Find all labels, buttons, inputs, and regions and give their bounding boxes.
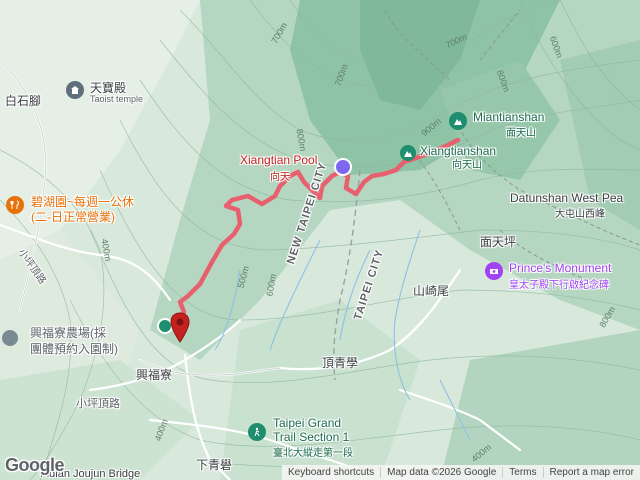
farm-xinfuliao[interactable]: 興福寮農場(採 [30,324,106,341]
google-logo: Google [5,455,65,475]
place-dingqingxue[interactable]: 頂青學 [322,354,358,371]
place-xiaqingbao[interactable]: 下青礐 [196,456,232,473]
mountain-icon[interactable] [400,145,416,161]
farm-xinfuliao-note: 團體預約入園制) [30,342,118,356]
temple-icon[interactable] [66,81,84,99]
place-miantianping[interactable]: 面天坪 [480,233,516,250]
terrain-map[interactable]: 700m 700m 700m 600m 800m 800m 900m 400m … [0,0,640,480]
map-pin-icon[interactable] [170,312,190,344]
place-icon[interactable] [2,330,18,346]
fork-knife-icon[interactable] [6,196,24,214]
peak-miantianshan[interactable]: Miantianshan [473,110,544,124]
place-princes-monument[interactable]: Prince's Monument [509,261,611,275]
report-map-error-link[interactable]: Report a map error [542,467,640,478]
pool-icon[interactable] [334,158,352,176]
terms-link[interactable]: Terms [502,467,542,478]
map-attribution-bar: Keyboard shortcuts Map data ©2026 Google… [281,465,640,480]
trail-taipei-grand-section: Trail Section 1 [273,430,350,444]
road-xiaopingding-bottom: 小坪頂路 [76,398,120,410]
mountain-icon[interactable] [449,112,467,130]
trail-taipei-grand[interactable]: Taipei Grand [273,416,341,430]
hiking-icon[interactable] [248,423,266,441]
place-baishijiao[interactable]: 白石腳 [5,92,41,109]
place-xinfuliao[interactable]: 興福寮 [136,366,172,383]
keyboard-shortcuts-link[interactable]: Keyboard shortcuts [282,467,380,478]
peak-datunshan-west-zh: 大屯山西峰 [555,209,605,220]
camera-icon[interactable] [485,262,503,280]
peak-xiangtianshan-zh: 向天山 [452,160,482,171]
place-xiangtian-pool[interactable]: Xiangtian Pool [240,153,317,167]
place-xiangtian-pool-zh: 向天 [270,172,290,183]
place-shanqiwei[interactable]: 山崎尾 [413,282,449,299]
peak-miantianshan-zh: 面天山 [506,128,536,139]
map-data-credit: Map data ©2026 Google [380,467,502,478]
place-princes-monument-zh: 皇太子殿下行啟紀念碑 [509,280,609,291]
restaurant-bihuyuan-hours: (二-日正常營業) [31,210,115,224]
place-tianbaodian-type: Taoist temple [90,94,144,104]
peak-datunshan-west[interactable]: Datunshan West Pea [510,191,623,205]
trail-taipei-grand-zh: 臺北大縱走第一段 [273,448,353,459]
